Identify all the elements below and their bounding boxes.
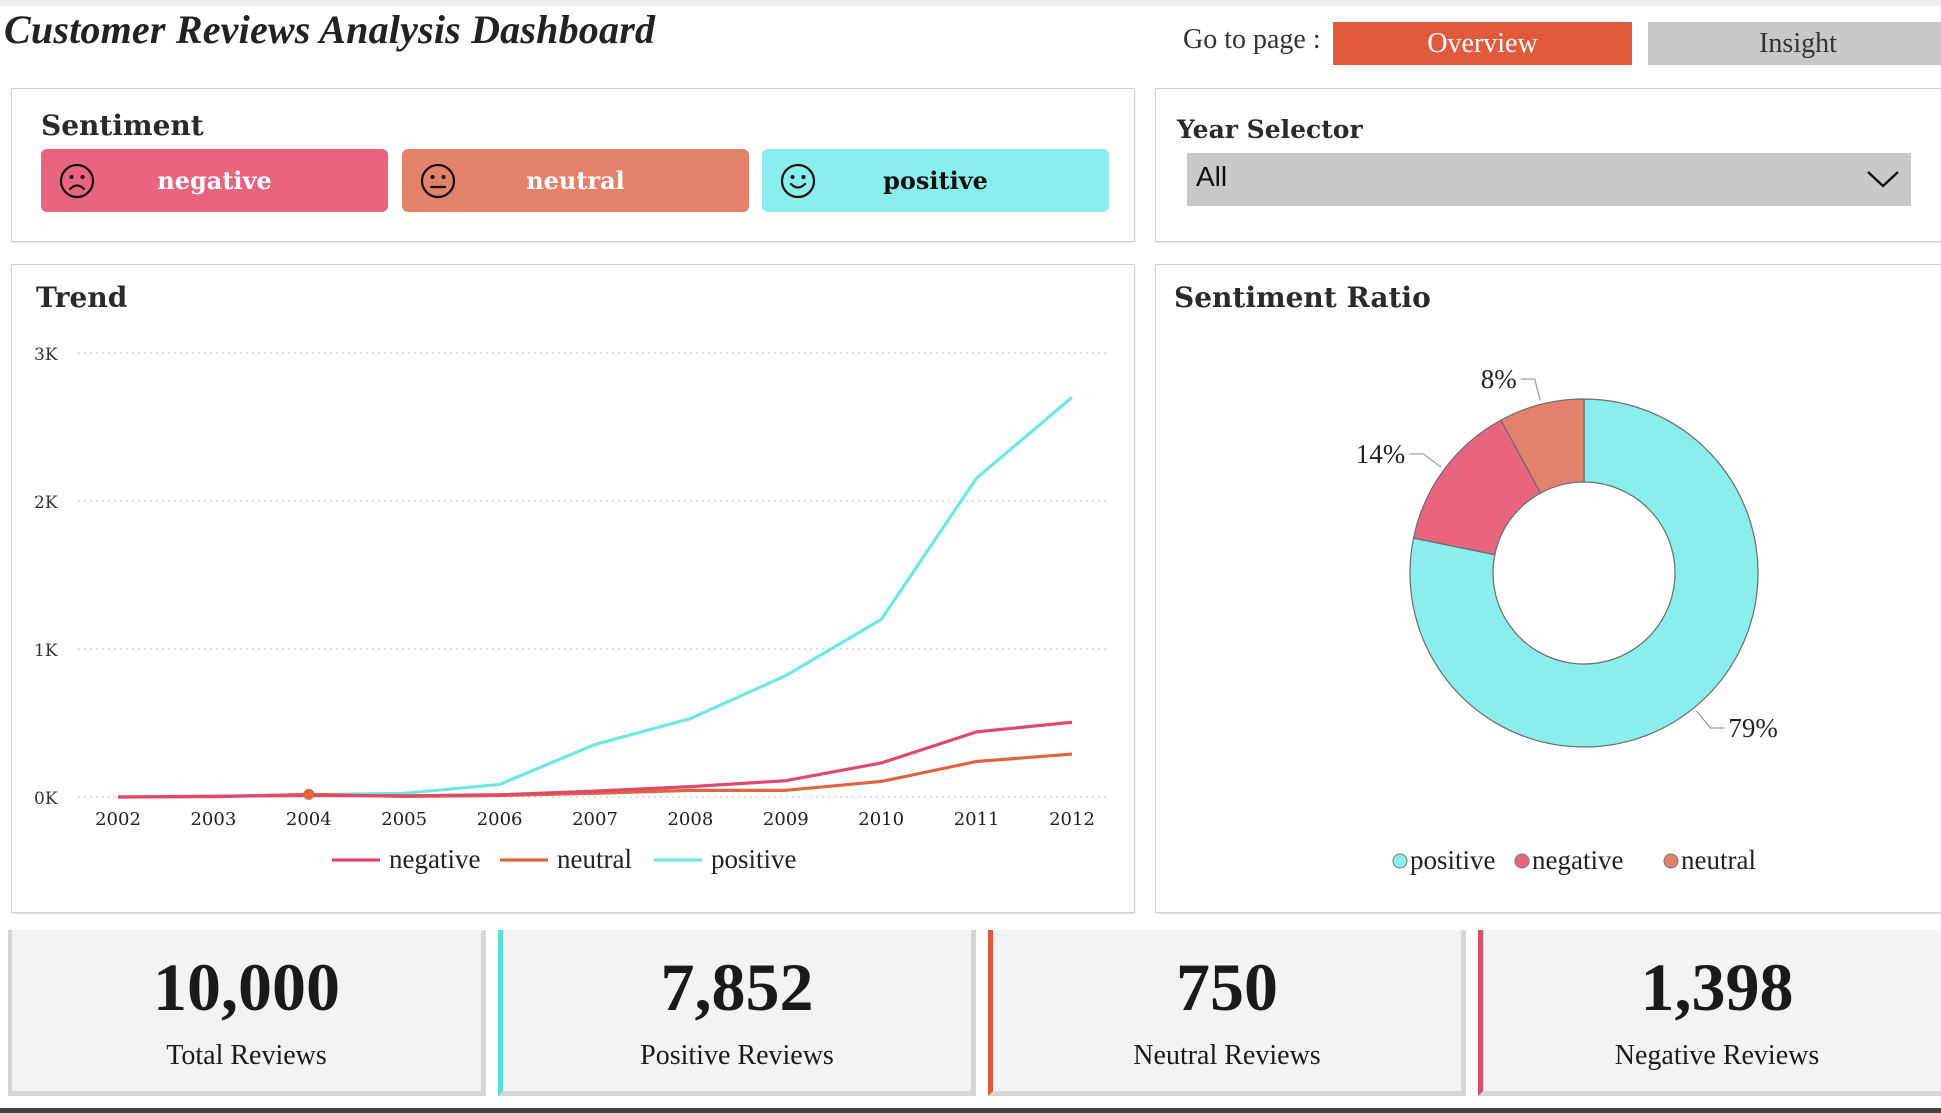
negative-reviews-kpi: 1,398 Negative Reviews (1478, 930, 1941, 1096)
happy-face-icon (780, 163, 816, 199)
bottom-border (0, 1108, 1941, 1113)
year-selector-title: Year Selector (1177, 115, 1363, 144)
trend-x-tick-label: 2002 (95, 809, 141, 830)
donut-legend-swatch (1663, 853, 1679, 869)
trend-x-tick-label: 2009 (763, 809, 809, 830)
trend-x-tick-label: 2004 (286, 809, 332, 830)
trend-chart-card: Trend 0K 1K 2K 3K 2002 2003 2004 2005 2006 2007 20… (11, 264, 1135, 913)
sentiment-filter-title: Sentiment (41, 109, 204, 142)
overview-nav-button[interactable]: Overview (1333, 22, 1632, 65)
sentiment-filter-card: Sentiment negative neutral positive (11, 88, 1135, 242)
neutral-filter-button[interactable]: neutral (402, 149, 749, 212)
year-select-value: All (1196, 161, 1228, 192)
trend-x-tick-label: 2008 (667, 809, 713, 830)
trend-y-tick-label: 3K (34, 345, 58, 365)
sentiment-ratio-card: Sentiment Ratio 79% 14% 8% positive negative… (1155, 264, 1941, 913)
trend-legend-label: neutral (557, 844, 632, 874)
positive-reviews-value: 7,852 (660, 949, 814, 1025)
trend-x-tick-label: 2012 (1049, 809, 1095, 830)
trend-x-tick-label: 2005 (381, 809, 427, 830)
donut-legend-label: positive (1410, 845, 1496, 875)
chevron-down-icon (1867, 171, 1899, 188)
neutral-reviews-label: Neutral Reviews (1133, 1040, 1321, 1071)
neutral-reviews-kpi: 750 Neutral Reviews (988, 930, 1466, 1096)
negative-reviews-value: 1,398 (1640, 949, 1794, 1025)
trend-series-line-positive[interactable] (117, 396, 1074, 799)
trend-line-chart: 0K 1K 2K 3K 2002 2003 2004 2005 2006 2007 2008 2009… (34, 345, 1107, 874)
trend-x-tick-label: 2007 (572, 809, 618, 830)
donut-data-label: 8% (1481, 364, 1517, 394)
donut-legend-label: negative (1532, 845, 1623, 875)
trend-x-tick-label: 2003 (190, 809, 236, 830)
trend-legend-label: negative (389, 844, 480, 874)
total-reviews-value: 10,000 (153, 949, 340, 1025)
trend-series-line-negative[interactable] (117, 720, 1073, 799)
total-reviews-label: Total Reviews (166, 1040, 327, 1071)
trend-x-tick-label: 2006 (477, 809, 523, 830)
insight-nav-button[interactable]: Insight (1648, 22, 1941, 65)
positive-reviews-label: Positive Reviews (640, 1040, 834, 1071)
sad-face-icon (59, 163, 95, 199)
donut-data-label: 14% (1356, 439, 1406, 469)
donut-leader-line (1696, 710, 1725, 729)
donut-leader-line (1520, 378, 1541, 401)
goto-page-label: Go to page : (1183, 24, 1321, 55)
neutral-reviews-value: 750 (1176, 949, 1278, 1025)
negative-filter-button[interactable]: negative (41, 149, 388, 212)
trend-x-tick-label: 2011 (954, 809, 1000, 830)
total-reviews-kpi: 10,000 Total Reviews (8, 930, 486, 1096)
donut-legend-swatch (1514, 853, 1530, 869)
neutral-face-icon (420, 163, 456, 199)
trend-x-tick-label: 2010 (858, 809, 904, 830)
donut-data-label: 79% (1728, 713, 1778, 743)
trend-y-tick-label: 2K (34, 493, 58, 513)
trend-legend-label: positive (711, 844, 797, 874)
positive-reviews-kpi: 7,852 Positive Reviews (498, 930, 976, 1096)
dashboard-title: Customer Reviews Analysis Dashboard (4, 7, 656, 52)
negative-reviews-label: Negative Reviews (1614, 1040, 1820, 1071)
trend-y-tick-label: 0K (34, 789, 58, 809)
donut-leader-line (1409, 453, 1442, 468)
positive-filter-button[interactable]: positive (762, 149, 1109, 212)
trend-y-tick-label: 1K (34, 641, 58, 661)
year-select-dropdown[interactable]: All (1187, 153, 1911, 206)
trend-data-point[interactable] (303, 788, 315, 800)
year-selector-card: Year Selector All (1155, 88, 1941, 242)
donut-legend-label: neutral (1681, 845, 1756, 875)
donut-legend-swatch (1392, 853, 1408, 869)
sentiment-ratio-donut-chart: 79% 14% 8% positive negative neutral (1356, 364, 1778, 875)
